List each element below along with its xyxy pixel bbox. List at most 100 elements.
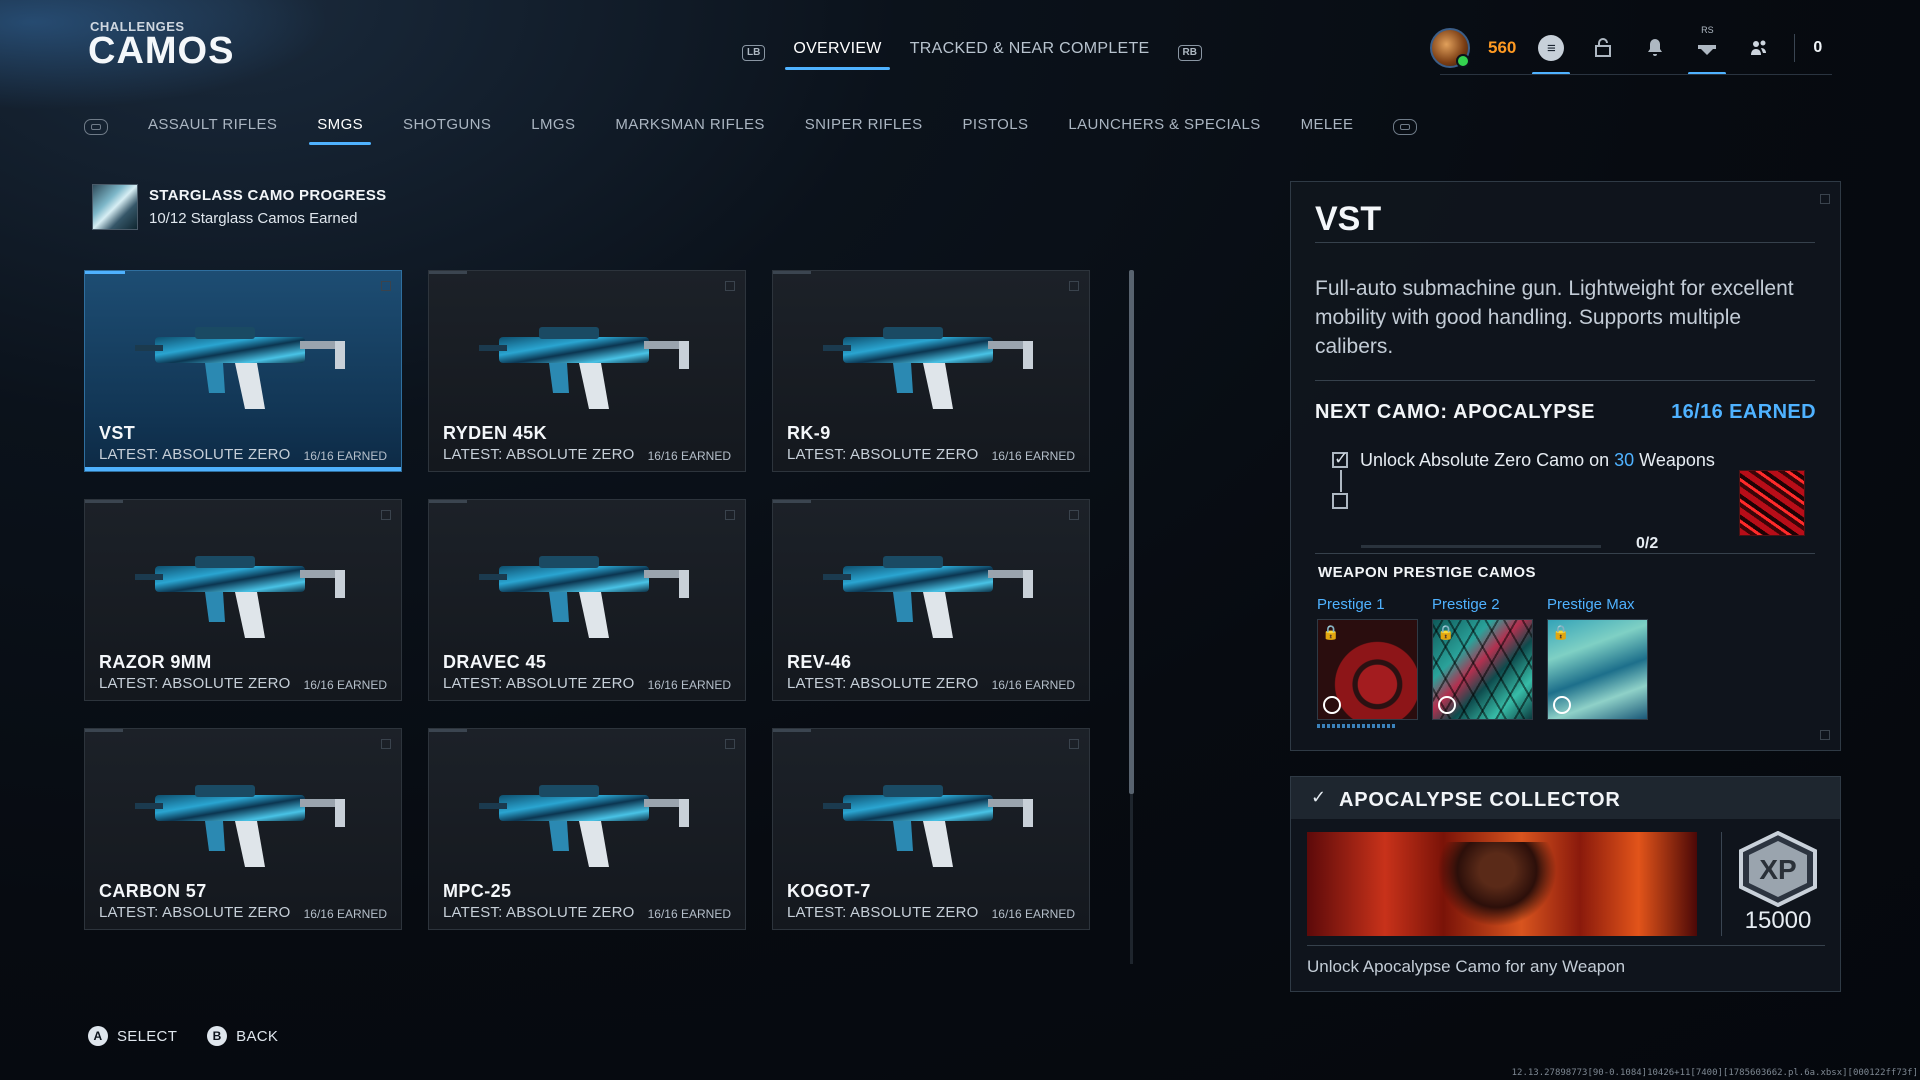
progress-subtitle: 10/12 Starglass Camos Earned [149, 210, 358, 227]
weapon-card[interactable]: CARBON 57 LATEST: ABSOLUTE ZERO 16/16 EARN… [84, 728, 402, 930]
select-prompt[interactable]: A SELECT [88, 1026, 177, 1046]
prestige-title: WEAPON PRESTIGE CAMOS [1318, 564, 1537, 581]
card-topbar [773, 729, 811, 732]
weapon-earned-count: 16/16 EARNED [647, 678, 731, 692]
weapon-name: REV-46 [787, 652, 852, 672]
divider [1315, 242, 1815, 243]
tab-pistols[interactable]: PISTOLS [962, 116, 1028, 139]
prestige-2-label: Prestige 2 [1432, 596, 1500, 613]
weapon-earned-count: 16/16 EARNED [303, 678, 387, 692]
tab-launchers-specials[interactable]: LAUNCHERS & SPECIALS [1068, 116, 1260, 139]
weapon-name: DRAVEC 45 [443, 652, 547, 672]
prestige-1-progress [1317, 724, 1397, 728]
build-string: 12.13.27898773[90-0.1084]10426+11[7400][… [1511, 1068, 1918, 1078]
lock-icon: 🔒 [1322, 624, 1340, 640]
tab-smgs[interactable]: SMGS [309, 116, 371, 145]
weapon-image [479, 327, 689, 409]
prestige-2-camo[interactable]: Prestige 2 🔒 [1432, 596, 1533, 720]
tab-assault-rifles[interactable]: ASSAULT RIFLES [148, 116, 277, 139]
weapon-detail-panel: VST Full-auto submachine gun. Lightweigh… [1290, 181, 1841, 751]
lock-icon: 🔒 [1437, 624, 1455, 640]
panel-corner-mark [1820, 730, 1830, 740]
prestige-icon [1323, 696, 1341, 714]
card-topbar [85, 271, 125, 274]
top-tabs: LB OVERVIEW TRACKED & NEAR COMPLETE RB [742, 38, 1202, 70]
weapon-image [823, 785, 1033, 867]
xp-label: XP [1759, 854, 1796, 885]
prestige-1-camo[interactable]: Prestige 1 🔒 [1317, 596, 1418, 720]
task-connector [1340, 470, 1342, 492]
tab-sniper-rifles[interactable]: SNIPER RIFLES [805, 116, 923, 139]
card-corner-mark [381, 281, 391, 291]
weapon-card[interactable]: REV-46 LATEST: ABSOLUTE ZERO 16/16 EARNED [772, 499, 1090, 701]
tab-shotguns[interactable]: SHOTGUNS [403, 116, 491, 139]
card-corner-mark [381, 510, 391, 520]
cod-points-amount[interactable]: 560 [1488, 38, 1516, 58]
weapon-latest-camo: LATEST: ABSOLUTE ZERO [443, 675, 635, 692]
prestige-max-camo[interactable]: Prestige Max 🔒 [1547, 596, 1648, 720]
rank-emblem-icon[interactable] [1430, 28, 1470, 68]
weapon-image [479, 556, 689, 638]
next-camo-label: NEXT CAMO: APOCALYPSE [1315, 401, 1596, 423]
tab-overview[interactable]: OVERVIEW [785, 40, 891, 70]
task-progress-count: 0/2 [1636, 535, 1659, 552]
tab-lmgs[interactable]: LMGS [531, 116, 575, 139]
task-checkbox-empty [1332, 493, 1348, 509]
weapon-image [823, 556, 1033, 638]
weapon-name: RYDEN 45K [443, 423, 547, 443]
friends-button[interactable] [1742, 31, 1776, 65]
card-corner-mark [725, 510, 735, 520]
weapon-card[interactable]: MPC-25 LATEST: ABSOLUTE ZERO 16/16 EARNED [428, 728, 746, 930]
divider [1721, 832, 1722, 936]
task-text: Unlock Absolute Zero Camo on 30 Weapons [1360, 450, 1715, 471]
weapon-card[interactable]: RYDEN 45K LATEST: ABSOLUTE ZERO 16/16 EARN… [428, 270, 746, 472]
detail-weapon-name: VST [1315, 200, 1382, 238]
selected-indicator [85, 467, 401, 471]
menu-button[interactable]: ≡ [1532, 31, 1571, 75]
select-label: SELECT [117, 1027, 178, 1045]
weapon-image [823, 327, 1033, 409]
weapon-name: RK-9 [787, 423, 831, 443]
back-prompt[interactable]: B BACK [207, 1026, 278, 1046]
grid-scroll-track [1130, 794, 1133, 964]
divider [1315, 553, 1815, 554]
page-title: CAMOS [88, 30, 235, 72]
card-topbar [773, 500, 811, 503]
weapon-image [479, 785, 689, 867]
weapon-name: VST [99, 423, 136, 443]
prestige-max-tile: 🔒 [1547, 619, 1648, 720]
weapon-card[interactable]: RK-9 LATEST: ABSOLUTE ZERO 16/16 EARNED [772, 270, 1090, 472]
grid-scrollbar[interactable] [1129, 270, 1134, 794]
store-icon [1595, 38, 1612, 57]
card-topbar [85, 500, 123, 503]
task-text-after: Weapons [1634, 450, 1715, 470]
card-topbar [429, 500, 467, 503]
prestige-max-label: Prestige Max [1547, 596, 1635, 613]
weapon-earned-count: 16/16 EARNED [991, 678, 1075, 692]
store-button[interactable] [1586, 31, 1620, 65]
collector-panel[interactable]: ✓ APOCALYPSE COLLECTOR XP 15000 Unlock A… [1290, 776, 1841, 992]
card-corner-mark [725, 739, 735, 749]
weapon-card[interactable]: KOGOT-7 LATEST: ABSOLUTE ZERO 16/16 EARNED [772, 728, 1090, 930]
apocalypse-camo-swatch [1739, 470, 1805, 536]
weapon-earned-count: 16/16 EARNED [303, 449, 387, 463]
task-text-before: Unlock Absolute Zero Camo on [1360, 450, 1615, 470]
rb-bumper-icon[interactable]: RB [1177, 45, 1202, 61]
weapon-card[interactable]: VST LATEST: ABSOLUTE ZERO 16/16 EARNED [84, 270, 402, 472]
next-camo-earned: 16/16 EARNED [1671, 401, 1816, 423]
weapon-card[interactable]: DRAVEC 45 LATEST: ABSOLUTE ZERO 16/16 EARN… [428, 499, 746, 701]
barracks-button[interactable]: RS [1688, 25, 1727, 75]
tab-melee[interactable]: MELEE [1301, 116, 1354, 139]
rb-bumper-icon[interactable] [1393, 119, 1418, 135]
lb-bumper-icon[interactable] [84, 119, 108, 135]
weapon-earned-count: 16/16 EARNED [991, 449, 1075, 463]
lb-bumper-icon[interactable]: LB [742, 45, 766, 61]
notifications-button[interactable] [1638, 31, 1672, 65]
task-progress-bar [1361, 545, 1601, 548]
collector-banner-image [1307, 832, 1697, 936]
tab-marksman-rifles[interactable]: MARKSMAN RIFLES [615, 116, 764, 139]
tab-tracked-near-complete[interactable]: TRACKED & NEAR COMPLETE [910, 40, 1150, 66]
weapon-latest-camo: LATEST: ABSOLUTE ZERO [99, 904, 291, 921]
weapon-card[interactable]: RAZOR 9MM LATEST: ABSOLUTE ZERO 16/16 EARN… [84, 499, 402, 701]
collector-title: APOCALYPSE COLLECTOR [1339, 789, 1621, 811]
